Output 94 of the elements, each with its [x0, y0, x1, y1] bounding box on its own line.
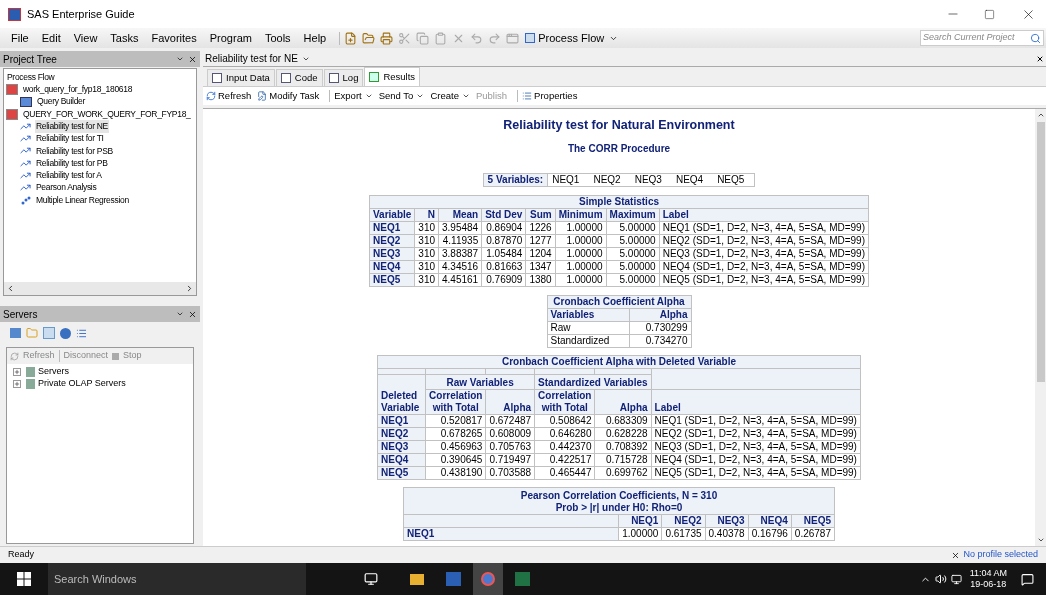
- tree-item[interactable]: Multiple Linear Regression: [35, 193, 130, 207]
- status-text: Ready: [8, 548, 35, 562]
- search-field[interactable]: Search Current Project: [920, 30, 1044, 46]
- menu-item[interactable]: Tools: [264, 29, 291, 47]
- window-icon[interactable]: [506, 31, 520, 45]
- tab[interactable]: Log: [323, 69, 364, 86]
- close-icon[interactable]: [1036, 54, 1044, 63]
- tab[interactable]: Results: [364, 67, 421, 86]
- caret-icon[interactable]: [176, 310, 184, 318]
- close-icon[interactable]: [188, 309, 197, 319]
- table-cell: NEQ2: [589, 173, 631, 187]
- results-subtitle: The CORR Procedure: [567, 141, 671, 156]
- menu-item[interactable]: Edit: [41, 29, 61, 47]
- scissors-icon[interactable]: [398, 31, 412, 45]
- globe-icon[interactable]: [60, 327, 71, 339]
- line-chart-icon: [20, 170, 31, 181]
- results-title: Reliability test for Natural Environment: [503, 116, 735, 134]
- menu-item[interactable]: Tasks: [110, 29, 139, 47]
- app-icon: [8, 7, 21, 21]
- table-cell: NEQ5: [713, 173, 755, 187]
- menu-item[interactable]: Favorites: [151, 29, 197, 47]
- clock-date[interactable]: 19-06-18: [970, 579, 1007, 590]
- tree-item[interactable]: Reliability test for A: [35, 169, 103, 182]
- undo-icon[interactable]: [470, 31, 484, 45]
- stop-icon[interactable]: [112, 352, 120, 360]
- toolbar-button[interactable]: Create: [430, 88, 470, 104]
- tree-item[interactable]: Reliability test for TI: [35, 132, 105, 145]
- menu-item[interactable]: Help: [303, 29, 327, 47]
- scroll-down-icon[interactable]: [1036, 536, 1045, 544]
- tree-item[interactable]: work_query_for_fyp18_180618: [22, 83, 134, 96]
- scatter-icon: [20, 194, 31, 206]
- tree-item[interactable]: Process Flow: [6, 70, 56, 84]
- tree-item[interactable]: Reliability test for NE: [35, 119, 109, 133]
- task-view-icon[interactable]: [364, 572, 378, 586]
- profile-status[interactable]: No profile selected: [963, 548, 1038, 562]
- tree-item[interactable]: Reliability test for PSB: [35, 144, 114, 158]
- list-icon[interactable]: [76, 327, 87, 339]
- table-cell: NEQ3: [630, 173, 672, 187]
- tree-item[interactable]: Reliability test for PB: [35, 156, 109, 170]
- panel-title: Servers: [3, 307, 39, 322]
- expand-icon[interactable]: [13, 368, 21, 376]
- horizontal-scrollbar[interactable]: [4, 282, 196, 295]
- notifications-icon[interactable]: [1021, 572, 1034, 586]
- edit-icon: [257, 90, 268, 101]
- toolbar-button[interactable]: Properties: [522, 88, 578, 104]
- window-title: SAS Enterprise Guide: [27, 6, 135, 22]
- no-profile-icon: [951, 550, 961, 560]
- menu-item[interactable]: View: [73, 29, 98, 47]
- toolbar-button[interactable]: Modify Task: [257, 88, 320, 104]
- search-icon[interactable]: [1030, 32, 1041, 44]
- printer-icon[interactable]: [380, 31, 394, 45]
- network-icon[interactable]: [950, 573, 962, 585]
- menu-item[interactable]: File: [11, 29, 29, 47]
- tree-item[interactable]: QUERY_FOR_WORK_QUERY_FOR_FYP18_: [22, 107, 192, 121]
- tab[interactable]: Code: [275, 69, 323, 86]
- column-header: Label: [651, 389, 861, 415]
- clock-time[interactable]: 11:04 AM: [969, 568, 1007, 579]
- tab[interactable]: Input Data: [207, 69, 275, 86]
- taskbar-search-field[interactable]: Search Windows: [48, 563, 306, 595]
- close-icon[interactable]: [188, 54, 197, 64]
- list-icon: [522, 90, 533, 101]
- table-title: Cronbach Coefficient Alpha: [547, 295, 691, 309]
- new-file-icon[interactable]: [344, 31, 358, 45]
- table-title: Pearson Correlation Coefficients, N = 310 Prob > |r| under H0: Rho=0: [403, 487, 835, 515]
- app-icon[interactable]: [473, 563, 503, 595]
- table-cell: NEQ1: [547, 173, 590, 187]
- panel-title: Project Tree: [3, 52, 58, 67]
- paste-icon[interactable]: [434, 31, 448, 45]
- tree-item[interactable]: Query Builder: [36, 95, 87, 109]
- menu-item[interactable]: Program: [209, 29, 252, 47]
- table-cell: NEQ4: [671, 173, 714, 187]
- table-title: Cronbach Coefficient Alpha with Deleted Variable: [377, 355, 861, 369]
- column-header: Deleted Variable: [377, 374, 426, 415]
- variables-label: 5 Variables:: [483, 173, 548, 187]
- redo-icon[interactable]: [488, 31, 502, 45]
- tree-item[interactable]: Pearson Analysis: [35, 181, 98, 195]
- restore-icon[interactable]: [984, 8, 995, 20]
- toolbar-button[interactable]: Export: [334, 88, 373, 104]
- table-title: Simple Statistics: [369, 195, 869, 209]
- scroll-left-icon[interactable]: [6, 284, 15, 293]
- vertical-scrollbar[interactable]: [1035, 108, 1046, 546]
- caret-icon[interactable]: [176, 55, 184, 63]
- process-flow-button[interactable]: Process Flow: [538, 29, 605, 47]
- volume-icon[interactable]: [934, 573, 947, 585]
- scroll-right-icon[interactable]: [185, 284, 194, 293]
- expand-icon[interactable]: [13, 380, 21, 388]
- toolbar-button[interactable]: Send To: [378, 88, 425, 104]
- tree-item[interactable]: Private OLAP Servers: [38, 377, 126, 391]
- refresh-icon: [206, 90, 216, 101]
- document-title[interactable]: Reliability test for NE: [205, 51, 298, 66]
- copy-icon[interactable]: [416, 31, 430, 45]
- tree-item[interactable]: Servers: [38, 365, 69, 379]
- start-icon[interactable]: [17, 572, 31, 586]
- toolbar-button[interactable]: Refresh: [206, 88, 252, 104]
